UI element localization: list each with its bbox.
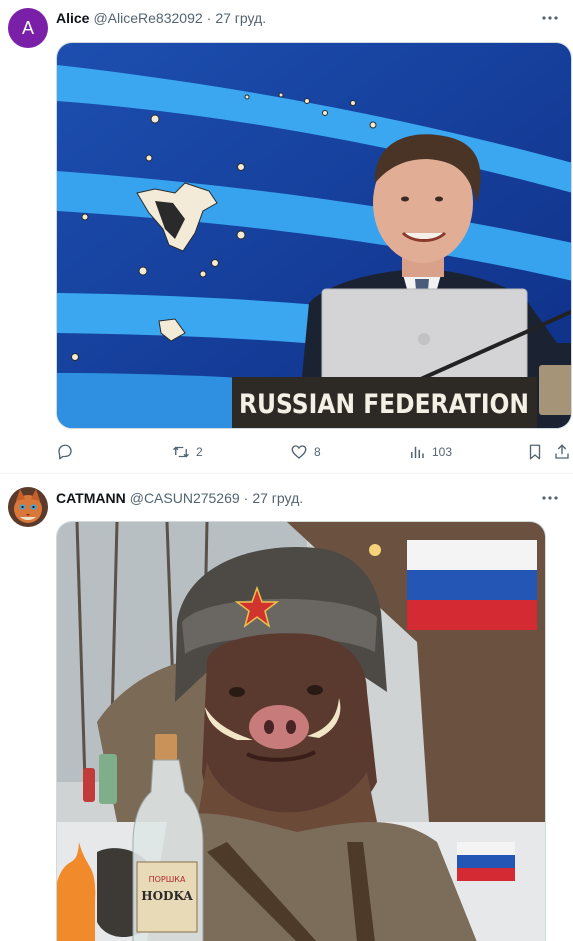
user-handle[interactable]: @CASUN275269 [130, 490, 240, 506]
heart-icon [291, 445, 307, 459]
share-button[interactable] [553, 440, 573, 464]
display-name[interactable]: Alice [56, 10, 89, 26]
tweet-image[interactable]: RUSSIAN FEDERATION [56, 42, 572, 429]
share-icon [555, 444, 569, 459]
bookmark-icon [529, 444, 541, 460]
user-handle[interactable]: @AliceRe832092 [93, 10, 202, 26]
cat-avatar-icon [8, 487, 48, 527]
like-count: 8 [314, 445, 321, 459]
tweet[interactable]: A Alice @AliceRe832092 · 27 груд. RUSSIA… [0, 0, 573, 474]
like-button[interactable]: 8 [290, 440, 321, 464]
bookmark-button[interactable] [526, 440, 550, 464]
tweet-actions: 2 8 103 [56, 440, 572, 464]
tweet-date[interactable]: 27 груд. [215, 10, 266, 26]
more-options-icon[interactable] [541, 9, 559, 27]
tweet-header: CATMANN @CASUN275269 · 27 груд. [56, 488, 303, 508]
avatar-letter: A [21, 17, 34, 38]
avatar[interactable]: A [8, 8, 48, 48]
bottle-label-top: ПОРШКА [149, 875, 186, 884]
display-name[interactable]: CATMANN [56, 490, 126, 506]
views-icon [411, 446, 424, 458]
reply-button[interactable] [56, 440, 80, 464]
un-session-photo: RUSSIAN FEDERATION [57, 43, 571, 428]
reply-icon [58, 444, 72, 460]
retweet-count: 2 [196, 445, 203, 459]
separator-dot: · [243, 490, 249, 506]
bottle-label-main: HODKA [141, 889, 193, 903]
boar-soldier-illustration: ПОРШКА HODKA [57, 522, 545, 941]
views-count: 103 [432, 445, 453, 459]
nameplate-text: RUSSIAN FEDERATION [239, 389, 529, 420]
tweet-header: Alice @AliceRe832092 · 27 груд. [56, 8, 266, 28]
retweet-button[interactable]: 2 [172, 440, 203, 464]
tweet[interactable]: CATMANN @CASUN275269 · 27 груд. ПОРШКА H… [0, 475, 573, 941]
views-button[interactable]: 103 [408, 440, 452, 464]
tweet-date[interactable]: 27 груд. [252, 490, 303, 506]
separator-dot: · [206, 10, 212, 26]
retweet-icon [173, 446, 189, 458]
avatar[interactable] [8, 487, 48, 527]
more-options-icon[interactable] [541, 489, 559, 507]
tweet-image[interactable]: ПОРШКА HODKA [56, 521, 546, 941]
